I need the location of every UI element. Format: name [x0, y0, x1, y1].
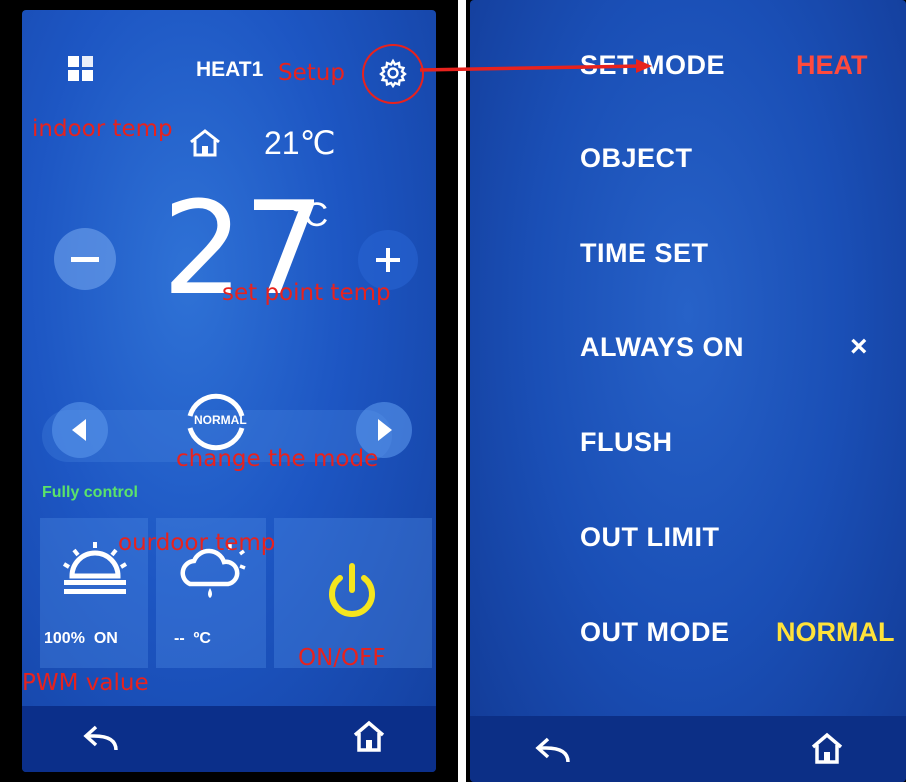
annotation-arrow — [419, 59, 652, 73]
